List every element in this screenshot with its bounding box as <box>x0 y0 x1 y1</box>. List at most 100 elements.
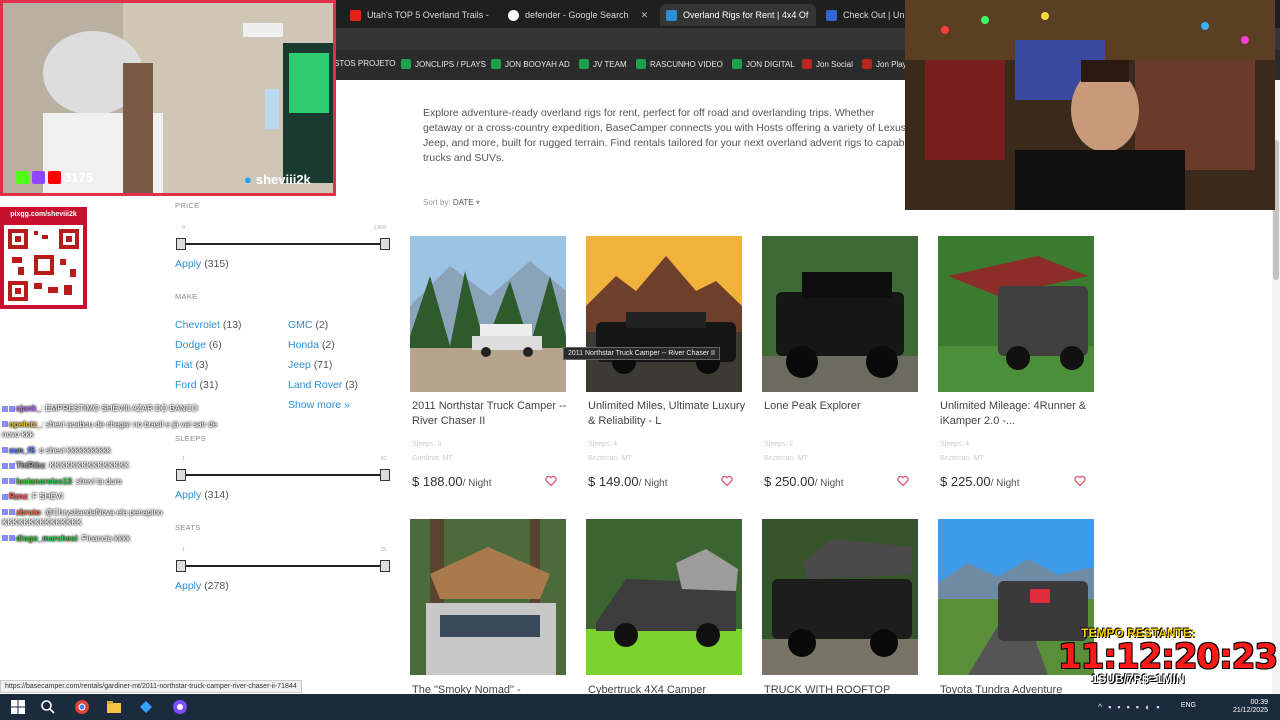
donation-qr: pixgg.com/sheviii2k <box>0 207 87 309</box>
united-icon <box>826 9 837 21</box>
stream-chat: cjank_: EMPRESTIMO SHEVIII AZAR DO BANCO… <box>2 404 232 549</box>
tab-google-search[interactable]: defender - Google Search ✕ <box>502 4 654 26</box>
slider-min-handle[interactable] <box>176 238 186 250</box>
obs-icon[interactable] <box>172 699 188 715</box>
basecamper-icon <box>666 9 677 21</box>
slider-max-handle[interactable] <box>380 238 390 250</box>
favorite-heart-icon[interactable] <box>721 475 733 487</box>
bookmark-item[interactable]: STOS PROJETO <box>334 59 396 68</box>
streamer-handle: ● sheviii2k <box>244 172 311 187</box>
bookmark-item[interactable]: JONCLIPS / PLAYS <box>401 59 486 69</box>
slider-max-handle[interactable] <box>380 469 390 481</box>
youtube-icon <box>350 9 361 21</box>
file-explorer-icon[interactable] <box>106 699 122 715</box>
twitch-icon <box>32 171 45 184</box>
chat-message: diogo_marchesi: Financia kkkk <box>2 534 232 545</box>
qr-code <box>4 225 83 305</box>
bookmark-item[interactable]: RASCUNHO VIDEO <box>636 59 723 69</box>
page-intro: Explore adventure-ready overland rigs fo… <box>423 107 913 164</box>
listing-image[interactable] <box>762 519 918 675</box>
price-filter-heading: PRICE <box>175 201 200 210</box>
image-tooltip: 2011 Northstar Truck Camper -- River Cha… <box>563 347 720 360</box>
link-status-bar: https://basecamper.com/rentals/gardiner-… <box>0 680 302 693</box>
make-land-rover[interactable]: Land Rover (3) <box>288 379 358 391</box>
make-chevrolet[interactable]: Chevrolet (13) <box>175 319 242 331</box>
chat-message: Rznz: F SHEVI <box>2 492 232 503</box>
listing-image[interactable] <box>938 236 1094 392</box>
listing-image[interactable] <box>586 519 742 675</box>
listing-image[interactable] <box>410 519 566 675</box>
listing-price: $ 225.00/ Night <box>940 474 1020 489</box>
folder-icon <box>401 59 411 69</box>
listing-image[interactable] <box>762 236 918 392</box>
listing-meta: Sleeps: 4 Bozeman, MT <box>588 441 632 462</box>
chat-message: ThiRibz: KKKKKKKKKKKKKKK <box>2 461 232 472</box>
make-jeep[interactable]: Jeep (71) <box>288 359 332 371</box>
seats-apply-link[interactable]: Apply (278) <box>175 580 229 592</box>
twitter-icon: ● <box>244 172 252 187</box>
search-icon[interactable] <box>40 699 56 715</box>
bookmark-item[interactable]: JV TEAM <box>579 59 627 69</box>
bookmark-item[interactable]: Jon Play <box>862 59 907 69</box>
price-apply-link[interactable]: Apply (315) <box>175 258 229 270</box>
folder-icon <box>579 59 589 69</box>
price-slider[interactable]: 0 1,000 <box>176 225 390 251</box>
chat-message: zbruto: @ChrystiandaNova ele penapino KK… <box>2 507 163 527</box>
listing-meta: Sleeps: 3 Gardiner, MT <box>412 441 453 462</box>
favorite-heart-icon[interactable] <box>545 475 557 487</box>
make-show-more-link[interactable]: Show more » <box>288 399 350 411</box>
windows-start-icon[interactable] <box>10 699 26 715</box>
youtube-icon <box>48 171 61 184</box>
listing-price: $ 250.00/ Night <box>764 474 844 489</box>
listing-title[interactable]: 2011 Northstar Truck Camper -- River Cha… <box>412 399 572 429</box>
bookmark-item[interactable]: Jon Social <box>802 59 853 69</box>
make-honda[interactable]: Honda (2) <box>288 339 335 351</box>
subathon-timer: TEMPO RESTANTE: 11:12:20:23 1SUB/7R$=1MI… <box>1058 626 1278 686</box>
listing-title[interactable]: Unlimited Miles, Ultimate Luxury & Relia… <box>588 399 748 429</box>
bookmark-icon <box>862 59 872 69</box>
screen: Utah's TOP 5 Overland Trails - ✕ defende… <box>0 0 1280 720</box>
tab-utah-trails[interactable]: Utah's TOP 5 Overland Trails - ✕ <box>344 4 494 26</box>
folder-icon <box>636 59 646 69</box>
make-filter-heading: MAKE <box>175 292 198 301</box>
chat-message: opelutz_: shevi acabou de chegar no bras… <box>2 419 218 439</box>
favorite-heart-icon[interactable] <box>1074 475 1086 487</box>
slider-min-handle[interactable] <box>176 560 186 572</box>
folder-icon <box>491 59 501 69</box>
make-dodge[interactable]: Dodge (6) <box>175 339 222 351</box>
listing-image[interactable] <box>410 236 566 392</box>
google-icon <box>508 9 519 21</box>
make-fiat[interactable]: Fiat (3) <box>175 359 208 371</box>
listing-meta: Sleeps: 4 Bozeman, MT <box>940 441 984 462</box>
bookmark-item[interactable]: JON BOOYAH AD <box>491 59 570 69</box>
chat-message: cjank_: EMPRESTIMO SHEVIII AZAR DO BANCO <box>2 404 232 415</box>
slider-max-handle[interactable] <box>380 560 390 572</box>
listing-meta: Sleeps: 2 Bozeman, MT <box>764 441 808 462</box>
chat-message: lucianoreiss13: shevi ta duro <box>2 477 232 488</box>
system-clock[interactable]: ENG 00:39 21/12/2025 <box>1181 699 1268 715</box>
folder-icon <box>732 59 742 69</box>
system-tray-icons[interactable]: ^▪▪▪▪◐▪ <box>1098 702 1166 712</box>
chrome-icon[interactable] <box>74 699 90 715</box>
tab-checkout[interactable]: Check Out | Unite <box>820 4 910 26</box>
viewer-count: 3175 <box>16 170 93 185</box>
close-tab-icon[interactable]: ✕ <box>641 10 649 21</box>
seats-slider[interactable]: 1 15 <box>176 547 390 573</box>
listing-price: $ 188.00/ Night <box>412 474 492 489</box>
sort-control[interactable]: Sort by: DATE ▾ <box>423 198 480 207</box>
make-ford[interactable]: Ford (31) <box>175 379 218 391</box>
app-icon[interactable] <box>138 699 154 715</box>
listing-image[interactable] <box>586 236 742 392</box>
favorite-heart-icon[interactable] <box>897 475 909 487</box>
kick-icon <box>16 171 29 184</box>
listing-price: $ 149.00/ Night <box>588 474 668 489</box>
listing-title[interactable]: Lone Peak Explorer <box>764 399 924 414</box>
bookmark-item[interactable]: JON DIGITAL <box>732 59 795 69</box>
windows-taskbar: ^▪▪▪▪◐▪ ENG 00:39 21/12/2025 <box>0 694 1280 720</box>
streamer-webcam <box>0 0 336 196</box>
bookmark-icon <box>802 59 812 69</box>
tab-overland-rigs[interactable]: Overland Rigs for Rent | 4x4 Of ✕ <box>660 4 816 26</box>
listing-title[interactable]: Unlimited Mileage: 4Runner & iKamper 2.0… <box>940 399 1100 429</box>
make-gmc[interactable]: GMC (2) <box>288 319 328 331</box>
second-webcam <box>905 0 1275 210</box>
